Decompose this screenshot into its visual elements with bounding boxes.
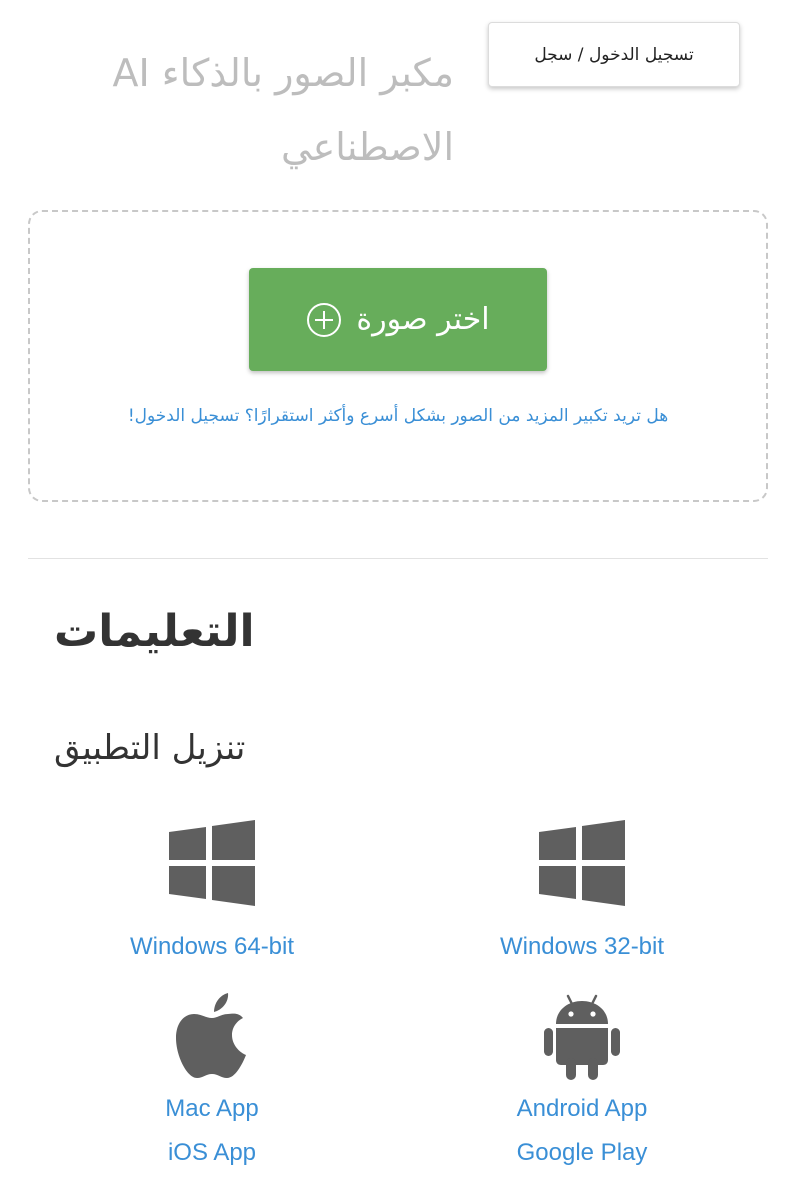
plus-circle-icon	[307, 302, 342, 337]
android-app-link[interactable]: Android App	[442, 1094, 722, 1124]
windows-icon	[169, 820, 255, 906]
download-windows64[interactable]: Windows 64-bit	[72, 820, 352, 962]
google-play-link[interactable]: Google Play	[442, 1138, 722, 1168]
login-more-link[interactable]: هل تريد تكبير المزيد من الصور بشكل أسرع …	[40, 406, 756, 426]
android-icon	[544, 994, 620, 1080]
choose-image-button[interactable]: اختر صورة	[249, 268, 547, 371]
login-register-button[interactable]: تسجيل الدخول / سجل	[488, 22, 740, 87]
windows32-link[interactable]: Windows 32-bit	[442, 932, 722, 962]
site-title: مكبر الصور بالذكاء AI الاصطناعي	[112, 51, 455, 169]
download-windows32[interactable]: Windows 32-bit	[442, 820, 722, 962]
download-app-heading: تنزيل التطبيق	[54, 728, 246, 768]
ios-app-link[interactable]: iOS App	[72, 1138, 352, 1168]
windows-icon	[539, 820, 625, 906]
apple-icon	[176, 993, 246, 1078]
choose-image-label: اختر صورة	[356, 302, 490, 337]
download-apple[interactable]: Mac App iOS App	[72, 992, 352, 1168]
instructions-heading: التعليمات	[54, 606, 255, 657]
section-divider	[28, 558, 768, 559]
mac-app-link[interactable]: Mac App	[72, 1094, 352, 1124]
download-android[interactable]: Android App Google Play	[442, 992, 722, 1168]
windows64-link[interactable]: Windows 64-bit	[72, 932, 352, 962]
